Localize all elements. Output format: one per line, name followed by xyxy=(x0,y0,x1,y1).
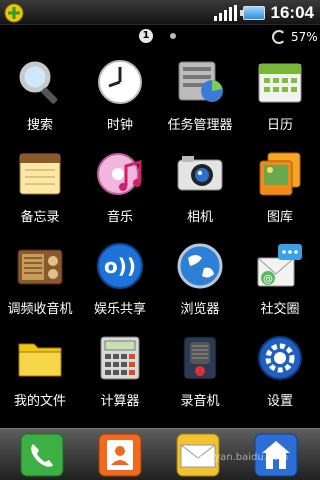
sync-icon xyxy=(272,30,286,44)
status-time: 16:04 xyxy=(270,2,314,22)
app-label: 调频收音机 xyxy=(7,302,73,317)
app-calculator[interactable]: 计算器 xyxy=(80,328,160,420)
app-voice-recorder[interactable]: 录音机 xyxy=(160,328,240,420)
phone-icon[interactable] xyxy=(20,433,64,477)
app-label: 我的文件 xyxy=(13,394,66,409)
app-label: 图库 xyxy=(266,210,293,225)
calculator-icon xyxy=(96,334,144,382)
settings-icon xyxy=(256,334,304,382)
clock-icon xyxy=(96,58,144,106)
app-search[interactable]: 搜索 xyxy=(0,52,80,144)
browser-icon xyxy=(176,242,224,290)
app-grid: 搜索 时钟 任务管理器 日历 备忘录 音乐 相机 图库 调频收音机 o)) 娱乐… xyxy=(0,52,320,412)
battery-icon xyxy=(239,5,265,20)
app-music[interactable]: 音乐 xyxy=(80,144,160,236)
app-label: 录音机 xyxy=(180,394,220,409)
app-gallery[interactable]: 图库 xyxy=(240,144,320,236)
app-label: 娱乐共享 xyxy=(93,302,146,317)
app-calendar[interactable]: 日历 xyxy=(240,52,320,144)
app-clock[interactable]: 时钟 xyxy=(80,52,160,144)
gallery-icon xyxy=(256,150,304,198)
app-settings[interactable]: 设置 xyxy=(240,328,320,420)
watermark-text: jingyan.baidu.com xyxy=(196,452,289,463)
app-fm-radio[interactable]: 调频收音机 xyxy=(0,236,80,328)
recorder-icon xyxy=(176,334,224,382)
svg-text:@: @ xyxy=(263,274,273,285)
status-bar: 16:04 xyxy=(0,0,320,25)
memo-icon xyxy=(16,150,64,198)
app-label: 设置 xyxy=(266,394,293,409)
app-my-files[interactable]: 我的文件 xyxy=(0,328,80,420)
social-icon: @ xyxy=(256,242,304,290)
notification-add-icon[interactable] xyxy=(4,3,24,23)
task-manager-icon xyxy=(176,58,224,106)
app-allshare[interactable]: o)) 娱乐共享 xyxy=(80,236,160,328)
camera-icon xyxy=(176,150,224,198)
app-memo[interactable]: 备忘录 xyxy=(0,144,80,236)
app-camera[interactable]: 相机 xyxy=(160,144,240,236)
page-indicator-row: 1 57% xyxy=(0,27,320,47)
app-label: 搜索 xyxy=(26,118,53,133)
contacts-icon[interactable] xyxy=(98,433,142,477)
app-label: 任务管理器 xyxy=(167,118,233,133)
battery-percent: 57% xyxy=(291,30,318,44)
app-label: 音乐 xyxy=(106,210,133,225)
page-indicator-current[interactable]: 1 xyxy=(139,29,153,43)
signal-icon xyxy=(213,4,237,21)
app-social-hub[interactable]: @ 社交圈 xyxy=(240,236,320,328)
page-indicator-dot[interactable] xyxy=(170,33,176,39)
calendar-icon xyxy=(256,58,304,106)
radio-icon xyxy=(16,242,64,290)
app-label: 时钟 xyxy=(106,118,133,133)
music-icon xyxy=(96,150,144,198)
app-label: 社交圈 xyxy=(260,302,300,317)
search-icon xyxy=(16,58,64,106)
app-label: 计算器 xyxy=(100,394,140,409)
app-label: 备忘录 xyxy=(20,210,60,225)
svg-text:o)): o)) xyxy=(104,254,136,278)
app-label: 日历 xyxy=(266,118,293,133)
app-label: 相机 xyxy=(186,210,213,225)
share-icon: o)) xyxy=(96,242,144,290)
app-task-manager[interactable]: 任务管理器 xyxy=(160,52,240,144)
folder-icon xyxy=(16,334,64,382)
app-browser[interactable]: 浏览器 xyxy=(160,236,240,328)
app-label: 浏览器 xyxy=(180,302,220,317)
